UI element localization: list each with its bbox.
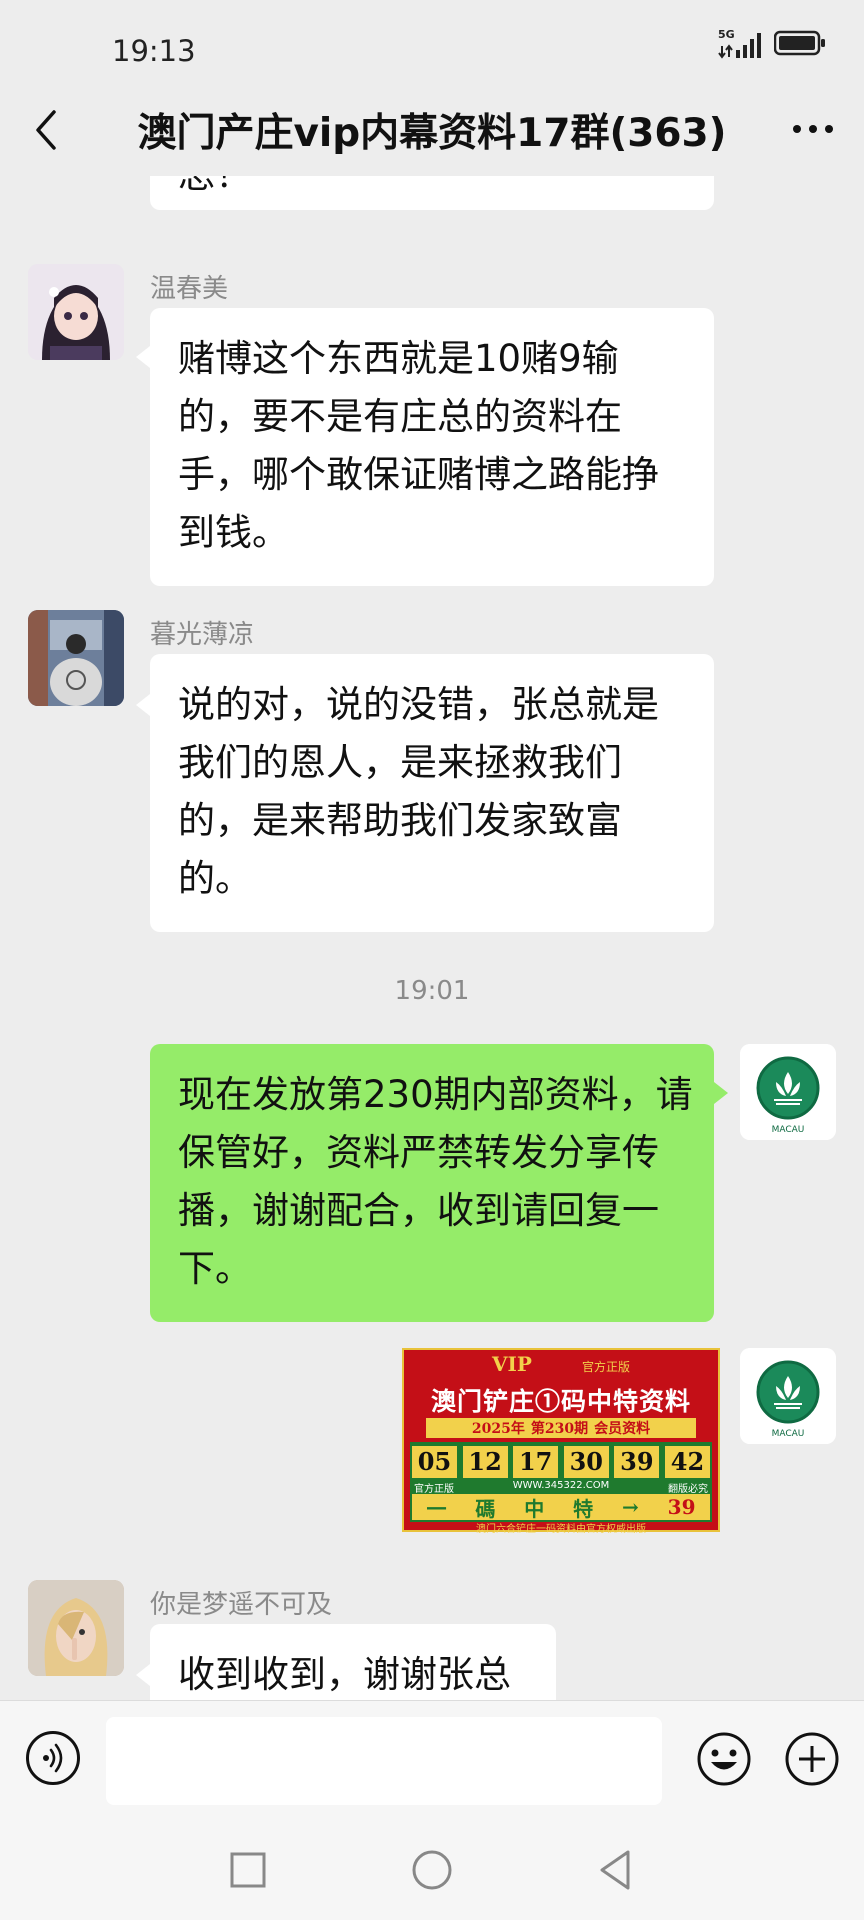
- message-bubble[interactable]: 收到收到，谢谢张总: [150, 1624, 556, 1700]
- message-bubble[interactable]: 说的对，说的没错，张总就是我们的恩人，是来拯救我们的，是来帮助我们发家致富的。: [150, 654, 714, 932]
- sender-name: 温春美: [150, 274, 229, 304]
- emoji-icon: [697, 1732, 751, 1786]
- poster-top-row: VIP 官方正版: [404, 1352, 718, 1378]
- input-bar: [0, 1700, 864, 1821]
- poster-issue: 第230期: [530, 1421, 589, 1437]
- poster-number: 42: [664, 1446, 710, 1478]
- chat-title: 澳门产庄vip内幕资料17群(363): [137, 111, 727, 156]
- anime-girl-avatar-icon: [28, 264, 124, 360]
- poster-year: 2025年: [471, 1421, 525, 1437]
- message-bubble[interactable]: 总！: [150, 176, 714, 210]
- sent-message-bubble[interactable]: 现在发放第230期内部资料，请保管好，资料严禁转发分享传播，谢谢配合，收到请回复…: [150, 1044, 714, 1322]
- circle-icon: [412, 1850, 452, 1890]
- poster-te: 特: [573, 1496, 594, 1521]
- bubble-tail: [136, 694, 150, 716]
- message-text: 总！: [178, 176, 252, 204]
- chat-header: 澳门产庄vip内幕资料17群(363): [0, 90, 864, 176]
- avatar[interactable]: [28, 264, 124, 360]
- poster-numbers-row: 05 12 17 30 39 42: [412, 1446, 710, 1478]
- bubble-tail: [714, 1082, 728, 1104]
- message-text: 赌博这个东西就是10赌9输的，要不是有庄总的资料在手，哪个敢保证赌博之路能挣到钱…: [178, 337, 659, 554]
- plus-icon: [785, 1732, 839, 1786]
- macau-emblem-icon: MACAU: [740, 1348, 836, 1444]
- sender-name: 你是梦遥不可及: [150, 1590, 333, 1620]
- poster-ma: 碼: [475, 1496, 496, 1521]
- poster-number: 30: [563, 1446, 609, 1478]
- back-nav-button[interactable]: [594, 1848, 638, 1892]
- signal-icon: 5G: [718, 28, 764, 60]
- chat-area[interactable]: 总！ 温春美 赌博这个东西就是10赌9输的，要不是有庄总的资料在手，哪个敢保证赌…: [0, 176, 864, 1700]
- poster-number: 05: [412, 1446, 457, 1478]
- home-button[interactable]: [410, 1848, 454, 1892]
- status-time: 19:13: [112, 34, 196, 68]
- macau-emblem-icon: MACAU: [740, 1044, 836, 1140]
- square-icon: [230, 1852, 266, 1888]
- back-arrow-icon: [36, 110, 56, 150]
- message-text: 说的对，说的没错，张总就是我们的恩人，是来拯救我们的，是来帮助我们发家致富的。: [178, 683, 659, 900]
- sender-name: 暮光薄凉: [150, 620, 255, 650]
- message-text: 现在发放第230期内部资料，请保管好，资料严禁转发分享传播，谢谢配合，收到请回复…: [178, 1073, 693, 1290]
- more-actions-button[interactable]: [784, 1731, 840, 1787]
- poster-numbers-panel: 05 12 17 30 39 42 官方正版 WWW.345322.COM 翻版…: [410, 1442, 712, 1522]
- poster-title: 澳门铲庄①码中特资料: [430, 1387, 691, 1416]
- poster-number: 17: [513, 1446, 559, 1478]
- system-navigation-bar: [0, 1820, 864, 1920]
- poster-member: 会员资料: [594, 1421, 651, 1437]
- lottery-poster-image[interactable]: VIP 官方正版 澳门铲庄①码中特资料 2025年 第230期 会员资料 05 …: [402, 1348, 720, 1535]
- poster-official: 官方正版: [582, 1360, 631, 1374]
- more-icon: [793, 125, 833, 133]
- avatar[interactable]: [28, 610, 124, 706]
- voice-input-button[interactable]: [26, 1731, 80, 1785]
- my-avatar[interactable]: MACAU: [740, 1348, 836, 1444]
- bubble-tail: [136, 346, 150, 368]
- poster-arrow: →: [622, 1495, 639, 1519]
- triangle-back-icon: [600, 1850, 630, 1890]
- more-options-button[interactable]: [788, 114, 838, 144]
- avatar[interactable]: [28, 1580, 124, 1676]
- poster-vip: VIP: [492, 1352, 532, 1376]
- my-avatar[interactable]: MACAU: [740, 1044, 836, 1140]
- message-bubble[interactable]: 赌博这个东西就是10赌9输的，要不是有庄总的资料在手，哪个敢保证赌博之路能挣到钱…: [150, 308, 714, 586]
- battery-icon: [773, 30, 826, 60]
- voice-icon: [43, 1743, 63, 1773]
- poster-special-number: 39: [667, 1495, 696, 1519]
- recent-apps-button[interactable]: [228, 1850, 268, 1890]
- message-text: 收到收到，谢谢张总: [178, 1653, 511, 1696]
- poster-one: 一: [426, 1496, 447, 1521]
- poster-special-row: 一 碼 中 特 → 39: [412, 1494, 710, 1521]
- poster-number: 39: [614, 1446, 660, 1478]
- message-timestamp: 19:01: [394, 976, 470, 1006]
- macau-logo-text: MACAU: [772, 1429, 805, 1439]
- poster-site: WWW.345322.COM: [512, 1480, 610, 1491]
- poster-number: 12: [462, 1446, 508, 1478]
- blonde-girl-avatar-icon: [28, 1580, 124, 1676]
- poster-site-row: 官方正版 WWW.345322.COM 翻版必究: [414, 1480, 708, 1495]
- macau-logo-text: MACAU: [772, 1125, 805, 1135]
- back-button[interactable]: [24, 98, 70, 158]
- poster-zhong: 中: [524, 1496, 545, 1521]
- poster-footer: 澳门六合铲庄一码资料由官方权威出版: [476, 1524, 646, 1535]
- poster-issue-row: 2025年 第230期 会员资料: [426, 1418, 696, 1438]
- poster-site-right: 翻版必究: [668, 1484, 708, 1495]
- message-input[interactable]: [106, 1717, 662, 1805]
- emoji-button[interactable]: [696, 1731, 752, 1787]
- status-icons: 5G: [718, 28, 826, 60]
- bubble-tail: [136, 1664, 150, 1686]
- status-bar: 19:13 5G: [0, 0, 864, 100]
- poster-site-left: 官方正版: [414, 1484, 454, 1495]
- city-avatar-icon: [28, 610, 124, 706]
